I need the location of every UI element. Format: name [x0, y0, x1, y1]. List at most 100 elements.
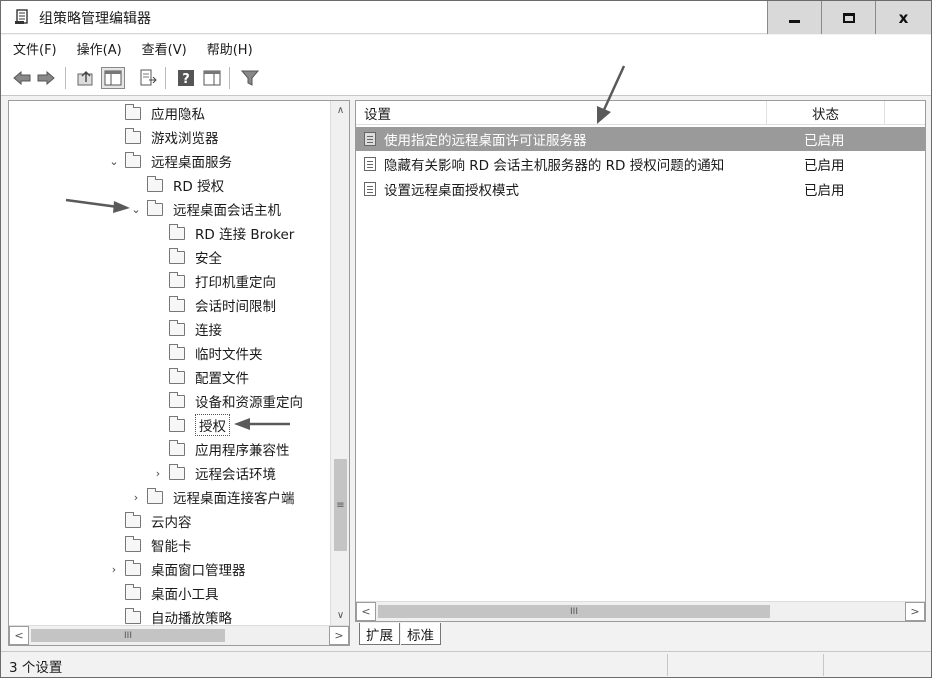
tree-node-label: 授权 — [195, 414, 230, 436]
scroll-left-icon[interactable]: < — [356, 602, 376, 621]
tree-node-label: RD 授权 — [173, 179, 225, 195]
toolbar-separator — [65, 67, 66, 89]
tree-vertical-scrollbar[interactable]: ∧ ≡ ∨ — [330, 101, 349, 625]
folder-icon — [169, 295, 185, 312]
scroll-thumb[interactable]: III — [378, 605, 770, 618]
tree-expander[interactable]: ⌄ — [107, 155, 121, 168]
forward-icon[interactable] — [37, 69, 55, 87]
tree-expander[interactable]: › — [151, 467, 165, 480]
scroll-up-icon[interactable]: ∧ — [331, 101, 350, 120]
tree-node-label: 设备和资源重定向 — [195, 395, 303, 411]
minimize-button[interactable] — [767, 1, 821, 34]
tree-node[interactable]: RD 连接 Broker — [151, 222, 294, 244]
title-bar[interactable]: 组策略管理编辑器 x — [1, 1, 931, 34]
tree-node-label: 配置文件 — [195, 371, 249, 387]
folder-icon — [169, 271, 185, 288]
list-horizontal-scrollbar[interactable]: < III > — [356, 601, 925, 621]
column-header-setting[interactable]: 设置 — [356, 101, 767, 125]
tree-node[interactable]: 连接 — [151, 318, 222, 340]
tab-standard[interactable]: 标准 — [401, 623, 441, 645]
tree-node[interactable]: 设备和资源重定向 — [151, 390, 303, 412]
tree-node-selected[interactable]: 授权 — [151, 414, 230, 436]
tree-node[interactable]: 云内容 — [107, 510, 192, 532]
list-row[interactable]: 设置远程桌面授权模式 已启用 — [356, 177, 925, 201]
folder-icon — [169, 463, 185, 480]
close-button[interactable]: x — [875, 1, 931, 34]
tree-node[interactable]: 会话时间限制 — [151, 294, 276, 316]
tree-node[interactable]: ⌄ 远程桌面服务 — [107, 150, 232, 172]
scroll-right-icon[interactable]: > — [905, 602, 925, 621]
tree-node[interactable]: › 远程桌面连接客户端 — [129, 486, 295, 508]
tree-node[interactable]: › 远程会话环境 — [151, 462, 276, 484]
view-tabs: 扩展 标准 — [355, 623, 930, 647]
scroll-right-icon[interactable]: > — [329, 626, 349, 645]
folder-icon — [169, 319, 185, 336]
tree-node[interactable]: 打印机重定向 — [151, 270, 276, 292]
tree-node-label: 桌面小工具 — [151, 587, 219, 603]
tree-node[interactable]: 临时文件夹 — [151, 342, 263, 364]
column-header-state[interactable]: 状态 — [767, 101, 885, 125]
minimize-icon — [789, 20, 800, 23]
menu-bar: 文件(F) 操作(A) 查看(V) 帮助(H) — [1, 35, 931, 61]
scroll-left-icon[interactable]: < — [9, 626, 29, 645]
tree-node[interactable]: 自动播放策略 — [107, 606, 232, 625]
tree-horizontal-scrollbar[interactable]: < III > — [9, 625, 349, 645]
tree-node[interactable]: 游戏浏览器 — [107, 126, 219, 148]
tree-expander[interactable]: › — [107, 563, 121, 576]
tree-node[interactable]: › 桌面窗口管理器 — [107, 558, 246, 580]
menu-file[interactable]: 文件(F) — [13, 39, 57, 58]
close-icon: x — [898, 8, 909, 27]
setting-state: 已启用 — [804, 183, 845, 199]
tree-node-label: 远程桌面会话主机 — [173, 203, 281, 219]
tree-expander[interactable]: › — [129, 491, 143, 504]
tree-node-label: 应用程序兼容性 — [195, 443, 290, 459]
show-hide-tree-icon[interactable] — [101, 67, 125, 89]
scroll-thumb[interactable]: III — [31, 629, 225, 642]
folder-icon — [169, 367, 185, 384]
help-icon[interactable]: ? — [177, 69, 195, 87]
policy-setting-icon — [364, 182, 376, 196]
tree-expander[interactable]: ⌄ — [129, 203, 143, 216]
scroll-thumb[interactable]: ≡ — [334, 459, 347, 551]
tree-node[interactable]: 桌面小工具 — [107, 582, 219, 604]
tree-node[interactable]: RD 授权 — [129, 174, 224, 196]
menu-action[interactable]: 操作(A) — [77, 39, 122, 58]
tree-node-label: RD 连接 Broker — [195, 227, 295, 243]
setting-state: 已启用 — [804, 133, 845, 149]
tree-node[interactable]: 智能卡 — [107, 534, 192, 556]
console-tree-pane[interactable]: 应用隐私 游戏浏览器 ⌄ 远程桌面服务 RD 授权 ⌄ 远程桌面会话主机 RD 连接… — [8, 100, 350, 646]
policy-setting-icon — [364, 132, 376, 146]
settings-list-pane[interactable]: 设置 状态 使用指定的远程桌面许可证服务器 已启用 隐藏有关影响 RD 会话主机… — [355, 100, 926, 622]
folder-icon — [125, 511, 141, 528]
folder-icon — [125, 151, 141, 168]
list-row-selected[interactable]: 使用指定的远程桌面许可证服务器 已启用 — [356, 127, 925, 151]
folder-icon — [125, 607, 141, 624]
show-hide-action-pane-icon[interactable] — [203, 69, 221, 87]
folder-icon — [125, 127, 141, 144]
export-list-icon[interactable] — [139, 69, 157, 87]
folder-icon — [169, 343, 185, 360]
tab-extended[interactable]: 扩展 — [359, 623, 400, 645]
policy-setting-icon — [364, 157, 376, 171]
folder-icon — [169, 439, 185, 456]
tree-node-label: 远程桌面连接客户端 — [173, 491, 295, 507]
svg-text:?: ? — [182, 72, 190, 87]
filter-icon[interactable] — [241, 69, 259, 87]
up-level-icon[interactable] — [77, 69, 95, 87]
status-separator — [823, 654, 824, 676]
setting-name: 使用指定的远程桌面许可证服务器 — [384, 133, 587, 149]
list-row[interactable]: 隐藏有关影响 RD 会话主机服务器的 RD 授权问题的通知 已启用 — [356, 152, 925, 176]
tree-node[interactable]: ⌄ 远程桌面会话主机 — [129, 198, 281, 220]
menu-help[interactable]: 帮助(H) — [207, 39, 253, 58]
menu-view[interactable]: 查看(V) — [142, 39, 187, 58]
tree-node[interactable]: 配置文件 — [151, 366, 249, 388]
setting-name: 设置远程桌面授权模式 — [384, 183, 519, 199]
tree-node-label: 临时文件夹 — [195, 347, 263, 363]
tree-node[interactable]: 应用隐私 — [107, 102, 205, 124]
tree-node[interactable]: 安全 — [151, 246, 222, 268]
tree-node[interactable]: 应用程序兼容性 — [151, 438, 290, 460]
scroll-down-icon[interactable]: ∨ — [331, 606, 350, 625]
maximize-button[interactable] — [821, 1, 875, 34]
back-icon[interactable] — [13, 69, 31, 87]
tree-node-label: 智能卡 — [151, 539, 192, 555]
